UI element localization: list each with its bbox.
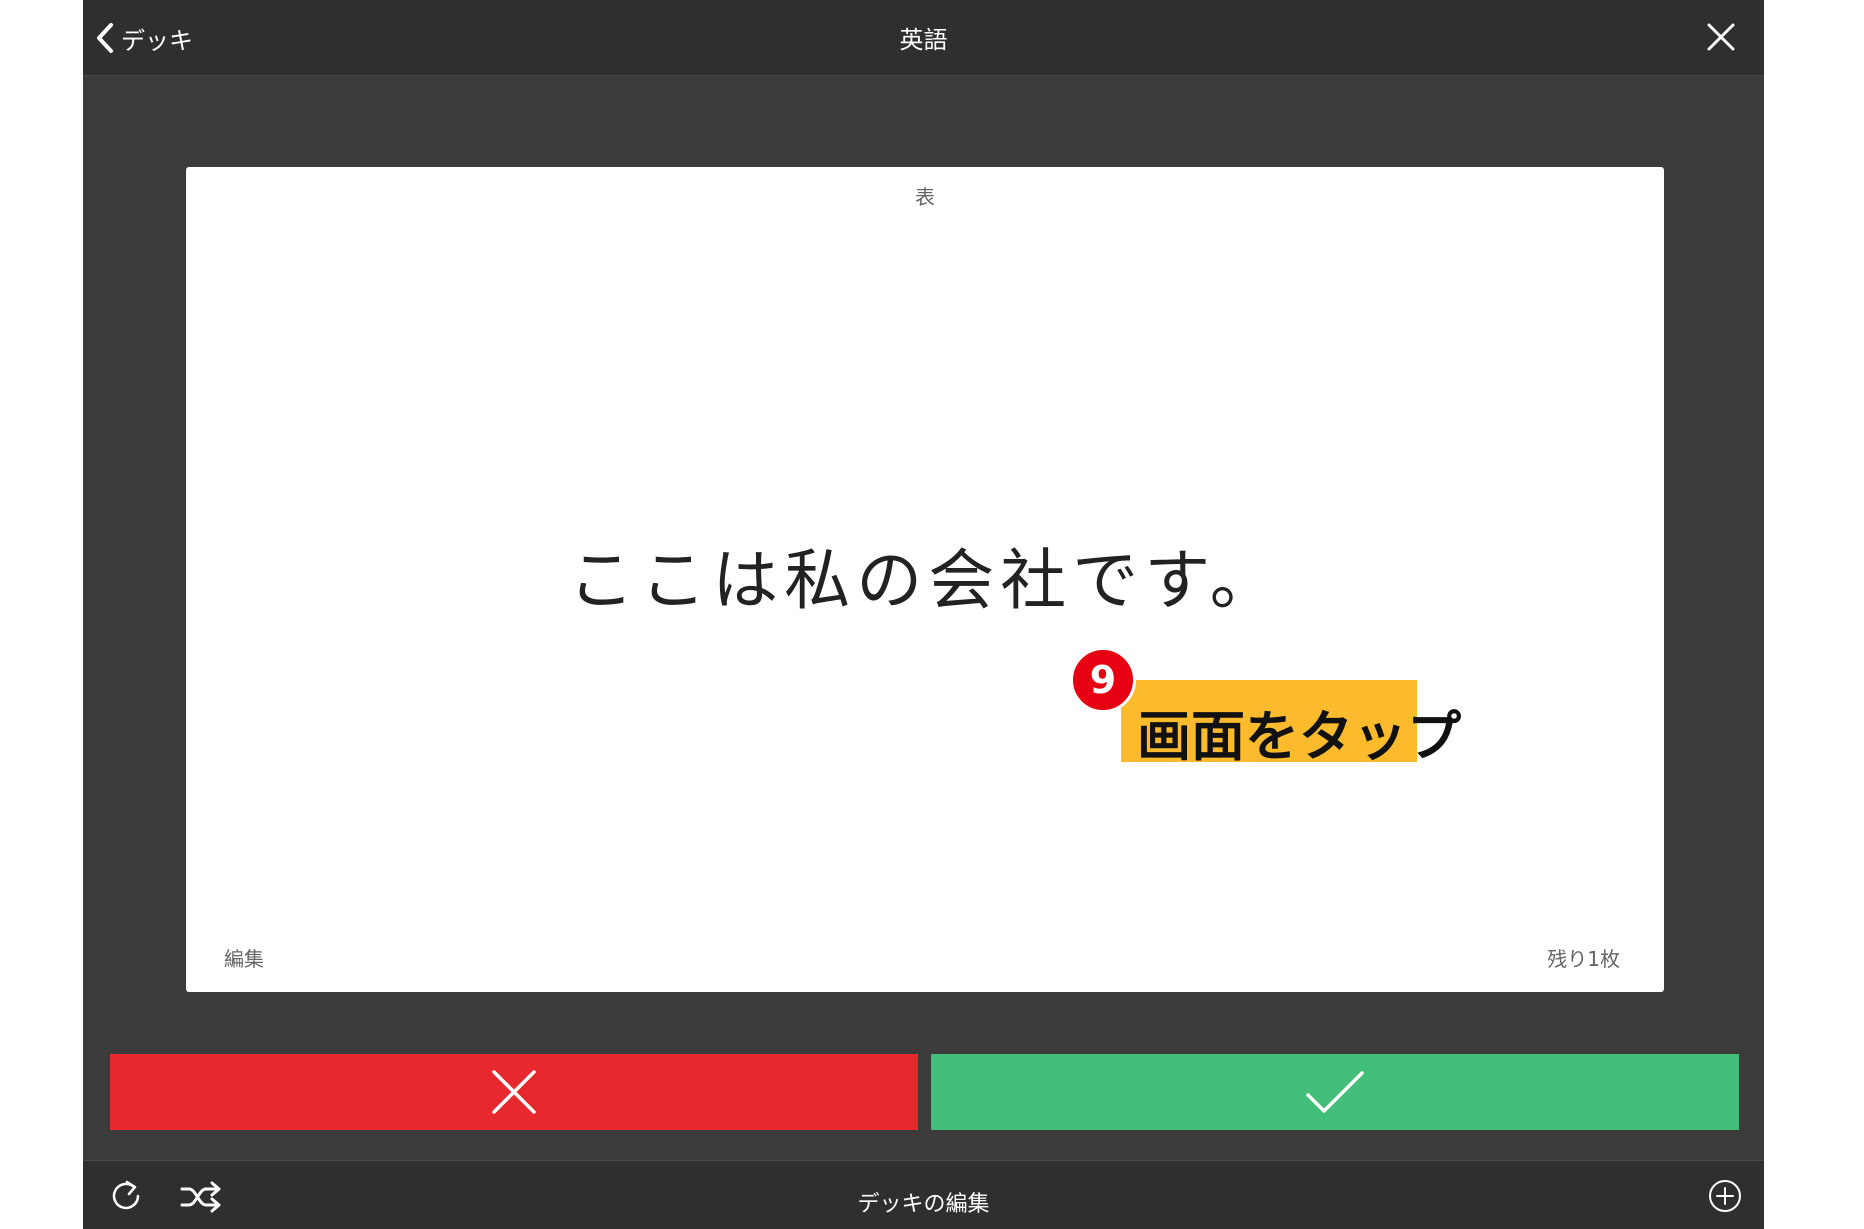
bottom-toolbar: デッキの編集 (83, 1160, 1764, 1229)
correct-answer-button[interactable] (931, 1054, 1739, 1130)
add-card-button[interactable] (1708, 1179, 1742, 1217)
wrong-answer-button[interactable] (110, 1054, 918, 1130)
add-circle-icon (1709, 1180, 1741, 1212)
instruction-callout: 画面をタップ (1121, 680, 1461, 768)
card-text: ここは私の会社です。 (568, 542, 1282, 619)
close-button[interactable] (1702, 18, 1740, 56)
remaining-count: 残り1枚 (1547, 947, 1620, 971)
flashcard-app: デッキ 英語 表 ここは私の会社です。 編集 残り1枚 画面をタップ 9 デッキ… (83, 0, 1764, 1229)
close-icon (1707, 23, 1735, 51)
flashcard[interactable]: 表 ここは私の会社です。 編集 残り1枚 (186, 167, 1664, 992)
edit-card-link[interactable]: 編集 (224, 943, 264, 972)
edit-deck-button[interactable]: デッキの編集 (83, 1186, 1764, 1218)
step-number-badge: 9 (1070, 647, 1136, 713)
card-side-label: 表 (915, 185, 935, 209)
check-icon (1306, 1071, 1364, 1113)
navigation-bar: デッキ 英語 (83, 0, 1764, 76)
instruction-text: 画面をタップ (1137, 705, 1461, 768)
x-icon (492, 1070, 536, 1114)
page-title: 英語 (899, 26, 948, 54)
